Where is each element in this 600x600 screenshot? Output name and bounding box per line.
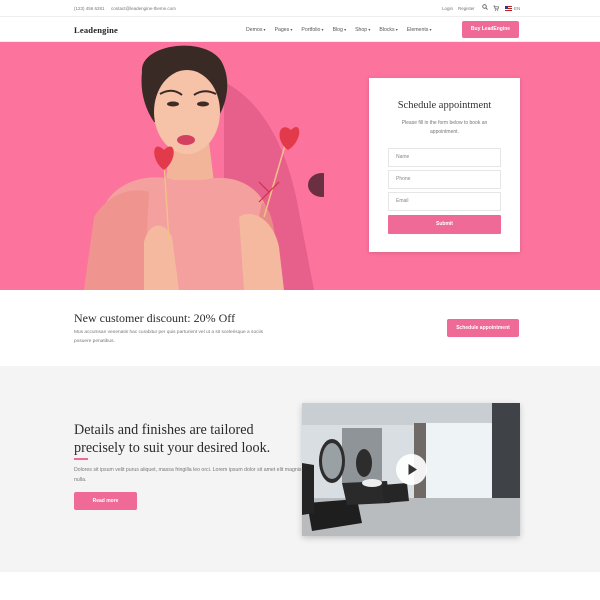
hero-woman-photo — [84, 45, 324, 290]
nav-item-blog[interactable]: Blog — [333, 27, 347, 33]
page-bottom-strip — [0, 572, 600, 600]
main-header: Leadengine Demos Pages Portfolio Blog Sh… — [0, 17, 600, 42]
buy-leadengine-button[interactable]: Buy LeadEngine — [462, 21, 519, 38]
language-selector[interactable]: EN — [514, 6, 520, 11]
feature-text: Dolores sit ipsum velit purus aliquet, m… — [74, 467, 302, 483]
appointment-subtitle: Please fill in the form below to book an… — [401, 120, 488, 135]
us-flag-icon[interactable] — [505, 6, 512, 11]
submit-button[interactable]: Submit — [388, 215, 501, 234]
name-field[interactable]: Name — [388, 148, 501, 167]
feature-section: Details and finishes are tailored precis… — [0, 366, 600, 572]
nav-item-portfolio[interactable]: Portfolio — [301, 27, 323, 33]
salon-video-thumbnail[interactable] — [302, 403, 520, 536]
phone-field[interactable]: Phone — [388, 170, 501, 189]
feature-title: Details and finishes are tailored precis… — [74, 422, 271, 456]
appointment-title: Schedule appointment — [397, 100, 492, 111]
nav-item-demos[interactable]: Demos — [246, 27, 266, 33]
read-more-button[interactable]: Read more — [74, 492, 137, 510]
nav-item-shop[interactable]: Shop — [355, 27, 370, 33]
discount-title: New customer discount: 20% Off — [74, 311, 236, 325]
top-utility-bar: (123) 456 6281 contact@leadengine-theme.… — [0, 0, 600, 17]
nav-item-elements[interactable]: Elements — [407, 27, 432, 33]
main-nav: Demos Pages Portfolio Blog Shop Blocks E… — [246, 27, 440, 33]
play-button[interactable] — [396, 454, 427, 485]
schedule-appointment-button[interactable]: Schedule appointment — [447, 319, 519, 337]
email-link[interactable]: contact@leadengine-theme.com — [111, 6, 176, 11]
cart-icon[interactable] — [493, 5, 499, 11]
search-icon[interactable] — [482, 4, 488, 10]
nav-item-blocks[interactable]: Blocks — [379, 27, 397, 33]
login-link[interactable]: Login — [442, 6, 453, 11]
email-field[interactable]: Email — [388, 192, 501, 211]
site-logo[interactable]: Leadengine — [74, 25, 118, 35]
register-link[interactable]: Register — [458, 6, 475, 11]
discount-section: New customer discount: 20% Off Mus accum… — [0, 290, 600, 366]
appointment-form-card: Schedule appointment Please fill in the … — [369, 78, 520, 252]
nav-item-pages[interactable]: Pages — [275, 27, 293, 33]
discount-text: Mus accumsan venenatis hac curabitur per… — [74, 330, 264, 344]
hero-section: Schedule appointment Please fill in the … — [0, 42, 600, 290]
phone-number[interactable]: (123) 456 6281 — [74, 6, 105, 11]
play-icon — [408, 464, 417, 475]
title-divider — [74, 458, 88, 460]
